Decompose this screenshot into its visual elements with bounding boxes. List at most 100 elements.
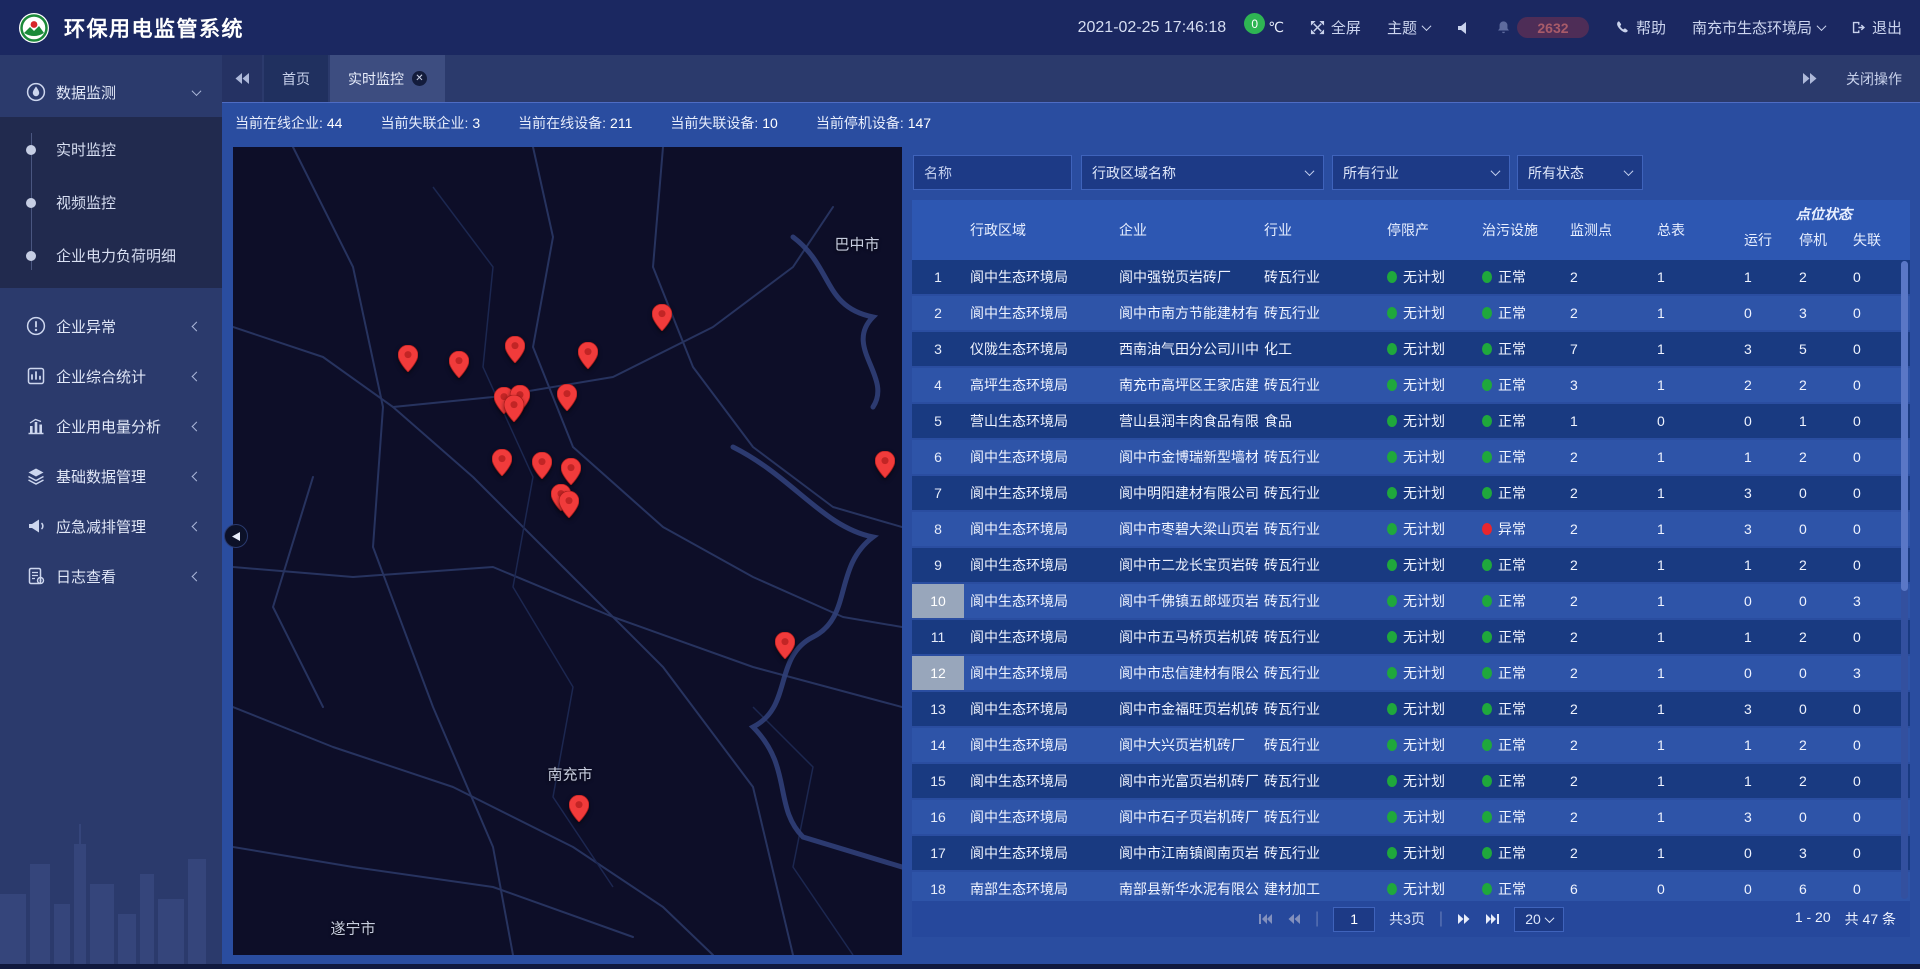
- stat-value: 211: [610, 115, 632, 131]
- map-pin[interactable]: [875, 451, 895, 478]
- industry-select[interactable]: 所有行业: [1332, 155, 1510, 190]
- table-row[interactable]: 13阆中生态环境局阆中市金福旺页岩机砖砖瓦行业无计划正常21300: [912, 692, 1910, 728]
- map-pin[interactable]: [504, 395, 524, 422]
- double-chevron-left-icon: [234, 72, 250, 85]
- status-select[interactable]: 所有状态: [1517, 155, 1643, 190]
- theme-dropdown[interactable]: 主题: [1387, 17, 1430, 38]
- tab-home[interactable]: 首页: [264, 55, 328, 102]
- table-row[interactable]: 18南部生态环境局南部县新华水泥有限公建材加工无计划正常60060: [912, 872, 1910, 901]
- cell-meter: 1: [1651, 656, 1738, 690]
- map-city-label: 巴中市: [834, 234, 879, 255]
- cell-limit: 无计划: [1381, 656, 1476, 690]
- table-row[interactable]: 15阆中生态环境局阆中市光富页岩机砖厂砖瓦行业无计划正常21120: [912, 764, 1910, 800]
- map-collapse-handle[interactable]: [224, 524, 248, 548]
- sidebar-item-enterprise-abnormal[interactable]: 企业异常: [0, 301, 222, 351]
- speaker-muted-icon[interactable]: [1456, 21, 1470, 35]
- table-row[interactable]: 12阆中生态环境局阆中市忠信建材有限公砖瓦行业无计划正常21003: [912, 656, 1910, 692]
- cell-company: 营山县润丰肉食品有限: [1113, 404, 1258, 438]
- notification-button[interactable]: 2632: [1496, 17, 1589, 38]
- sidebar-item-power-load-detail[interactable]: 企业电力负荷明细: [0, 229, 222, 282]
- map-pin[interactable]: [398, 345, 418, 372]
- cell-text: 2: [1570, 845, 1578, 861]
- map-pin[interactable]: [449, 351, 469, 378]
- tab-realtime-monitor[interactable]: 实时监控✕: [330, 55, 445, 102]
- table-row[interactable]: 6阆中生态环境局阆中市金博瑞新型墙材砖瓦行业无计划正常21120: [912, 440, 1910, 476]
- map-pin[interactable]: [578, 342, 598, 369]
- sidebar-item-video-monitor[interactable]: 视频监控: [0, 176, 222, 229]
- fullscreen-button[interactable]: 全屏: [1310, 17, 1361, 38]
- cell-monitor: 2: [1564, 296, 1651, 330]
- sidebar-item-data-monitoring[interactable]: 数据监测: [0, 67, 222, 117]
- cell-text: 阆中千佛镇五郎垭页岩: [1119, 591, 1258, 611]
- map-pin[interactable]: [532, 452, 552, 479]
- page-size-select[interactable]: 20: [1514, 907, 1564, 932]
- table-row[interactable]: 11阆中生态环境局阆中市五马桥页岩机砖砖瓦行业无计划正常21120: [912, 620, 1910, 656]
- sidebar-item-label: 日志查看: [56, 566, 116, 587]
- cell-n: 9: [912, 548, 964, 582]
- cell-text: 0: [1853, 341, 1861, 357]
- cell-text: 2: [1570, 737, 1578, 753]
- last-page-button[interactable]: [1485, 913, 1500, 925]
- region-select[interactable]: 行政区域名称: [1081, 155, 1324, 190]
- tabs-scroll-right-button[interactable]: [1802, 72, 1818, 85]
- map-pin[interactable]: [775, 632, 795, 659]
- table-row[interactable]: 2阆中生态环境局阆中市南方节能建材有砖瓦行业无计划正常21030: [912, 296, 1910, 332]
- pagination-bar: | 共3页 | 20 1 - 20 共 47 条: [912, 901, 1910, 937]
- cell-text: 2: [1570, 665, 1578, 681]
- header-toolbar: 2021-02-25 17:46:18 0 ℃ 全屏 主题: [1078, 17, 1920, 38]
- close-operations-button[interactable]: 关闭操作: [1846, 69, 1902, 89]
- prev-page-button[interactable]: [1287, 913, 1301, 925]
- map-pin[interactable]: [652, 304, 672, 331]
- cell-text: 无计划: [1403, 807, 1445, 827]
- scrollbar-thumb[interactable]: [1901, 261, 1908, 591]
- cell-text: 2: [1570, 629, 1578, 645]
- cell-monitor: 2: [1564, 512, 1651, 546]
- chevron-down-icon: [192, 86, 202, 96]
- sidebar-item-base-data[interactable]: 基础数据管理: [0, 451, 222, 501]
- first-page-button[interactable]: [1258, 913, 1273, 925]
- table-row[interactable]: 1阆中生态环境局阆中强锐页岩砖厂砖瓦行业无计划正常21120: [912, 260, 1910, 296]
- page-title: 环保用电监管系统: [64, 13, 244, 43]
- table-row[interactable]: 8阆中生态环境局阆中市枣碧大梁山页岩砖瓦行业无计划异常21300: [912, 512, 1910, 548]
- cell-text: 无计划: [1403, 843, 1445, 863]
- map-pin[interactable]: [559, 491, 579, 518]
- map-canvas[interactable]: 巴中市南充市遂宁市: [233, 147, 902, 955]
- table-row[interactable]: 3仪陇生态环境局西南油气田分公司川中化工无计划正常71350: [912, 332, 1910, 368]
- logout-button[interactable]: 退出: [1851, 17, 1902, 38]
- stat-label: 当前在线设备:: [518, 115, 606, 131]
- tabs-scroll-left-button[interactable]: [222, 55, 262, 102]
- name-search-input[interactable]: [913, 155, 1072, 190]
- sidebar-item-realtime-monitor[interactable]: 实时监控: [0, 123, 222, 176]
- table-row[interactable]: 17阆中生态环境局阆中市江南镇阆南页岩砖瓦行业无计划正常21030: [912, 836, 1910, 872]
- total-count-label: 共 47 条: [1845, 909, 1896, 929]
- table-row[interactable]: 7阆中生态环境局阆中明阳建材有限公司砖瓦行业无计划正常21300: [912, 476, 1910, 512]
- table-row[interactable]: 10阆中生态环境局阆中千佛镇五郎垭页岩砖瓦行业无计划正常21003: [912, 584, 1910, 620]
- sidebar-item-power-analysis[interactable]: 企业用电量分析: [0, 401, 222, 451]
- help-button[interactable]: 帮助: [1615, 17, 1666, 38]
- layers-icon: [26, 466, 46, 486]
- sidebar-item-enterprise-stats[interactable]: 企业综合统计: [0, 351, 222, 401]
- table-row[interactable]: 5营山生态环境局营山县润丰肉食品有限食品无计划正常10010: [912, 404, 1910, 440]
- tab-close-icon[interactable]: ✕: [412, 71, 427, 86]
- org-dropdown[interactable]: 南充市生态环境局: [1692, 17, 1825, 38]
- cell-run: 0: [1738, 872, 1793, 901]
- sidebar-item-emergency-reduction[interactable]: 应急减排管理: [0, 501, 222, 551]
- table-row[interactable]: 14阆中生态环境局阆中大兴页岩机砖厂砖瓦行业无计划正常21120: [912, 728, 1910, 764]
- chevron-down-icon: [1422, 21, 1432, 31]
- cell-text: 正常: [1498, 303, 1526, 323]
- map-pin[interactable]: [569, 795, 589, 822]
- next-page-button[interactable]: [1457, 913, 1471, 925]
- page-input[interactable]: [1333, 907, 1375, 932]
- table-row[interactable]: 4高坪生态环境局南充市高坪区王家店建砖瓦行业无计划正常31220: [912, 368, 1910, 404]
- table-row[interactable]: 16阆中生态环境局阆中市石子页岩机砖厂砖瓦行业无计划正常21300: [912, 800, 1910, 836]
- map-pin[interactable]: [557, 384, 577, 411]
- cell-text: 阆中生态环境局: [970, 555, 1068, 575]
- map-pin[interactable]: [505, 336, 525, 363]
- table-scrollbar[interactable]: [1901, 261, 1908, 899]
- table-row[interactable]: 9阆中生态环境局阆中市二龙长宝页岩砖砖瓦行业无计划正常21120: [912, 548, 1910, 584]
- map-pin[interactable]: [561, 458, 581, 485]
- sidebar-item-log-view[interactable]: 日志查看: [0, 551, 222, 601]
- cell-text: 阆中生态环境局: [970, 663, 1068, 683]
- map-pin[interactable]: [492, 449, 512, 476]
- cell-text: 无计划: [1403, 699, 1445, 719]
